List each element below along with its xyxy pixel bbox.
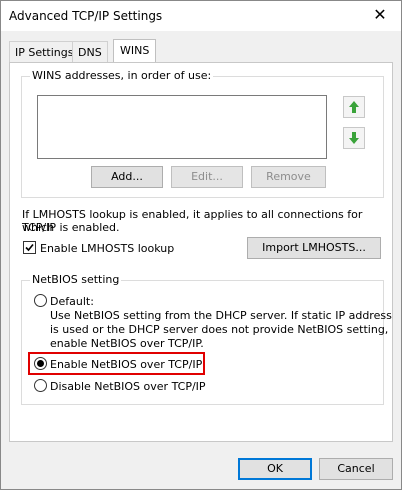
wins-tab-panel: WINS addresses, in order of use: Add... … — [9, 62, 393, 442]
ok-button[interactable]: OK — [238, 458, 312, 480]
tab-dns[interactable]: DNS — [72, 41, 108, 63]
netbios-default-desc-line3: enable NetBIOS over TCP/IP. — [50, 337, 204, 350]
netbios-default-desc-line1: Use NetBIOS setting from the DHCP server… — [50, 309, 392, 322]
import-lmhosts-button[interactable]: Import LMHOSTS... — [247, 237, 381, 259]
netbios-disable-radio[interactable] — [34, 379, 47, 392]
title-bar: Advanced TCP/IP Settings ✕ — [1, 1, 401, 31]
add-button[interactable]: Add... — [91, 166, 163, 188]
window-title: Advanced TCP/IP Settings — [9, 9, 163, 23]
enable-lmhosts-checkbox[interactable] — [23, 241, 36, 254]
netbios-disable-label[interactable]: Disable NetBIOS over TCP/IP — [50, 380, 206, 393]
arrow-down-icon — [349, 132, 359, 144]
netbios-group-label: NetBIOS setting — [30, 273, 122, 286]
tab-label: IP Settings — [15, 46, 74, 59]
tab-label: DNS — [78, 46, 102, 59]
edit-button[interactable]: Edit... — [171, 166, 243, 188]
close-icon[interactable]: ✕ — [371, 6, 389, 24]
netbios-default-radio[interactable] — [34, 294, 47, 307]
tab-wins[interactable]: WINS — [113, 39, 157, 63]
netbios-enable-radio[interactable] — [34, 357, 47, 370]
tab-ip-settings[interactable]: IP Settings — [9, 41, 80, 63]
remove-button[interactable]: Remove — [251, 166, 326, 188]
cancel-button[interactable]: Cancel — [319, 458, 393, 480]
dialog-window: Advanced TCP/IP Settings ✕ IP Settings D… — [0, 0, 402, 490]
netbios-default-desc-line2: is used or the DHCP server does not prov… — [50, 323, 389, 336]
netbios-default-label[interactable]: Default: — [50, 295, 94, 308]
netbios-enable-label[interactable]: Enable NetBIOS over TCP/IP — [50, 358, 202, 371]
enable-lmhosts-label[interactable]: Enable LMHOSTS lookup — [40, 242, 174, 255]
radio-selected-dot — [37, 360, 44, 367]
wins-group-label: WINS addresses, in order of use: — [30, 69, 214, 82]
checkmark-icon — [25, 243, 34, 252]
wins-address-list[interactable] — [37, 95, 327, 159]
move-down-button[interactable] — [343, 127, 365, 149]
move-up-button[interactable] — [343, 96, 365, 118]
lmhosts-info-line2: TCP/IP is enabled. — [22, 221, 120, 234]
arrow-up-icon — [349, 101, 359, 113]
tab-label: WINS — [120, 44, 150, 57]
